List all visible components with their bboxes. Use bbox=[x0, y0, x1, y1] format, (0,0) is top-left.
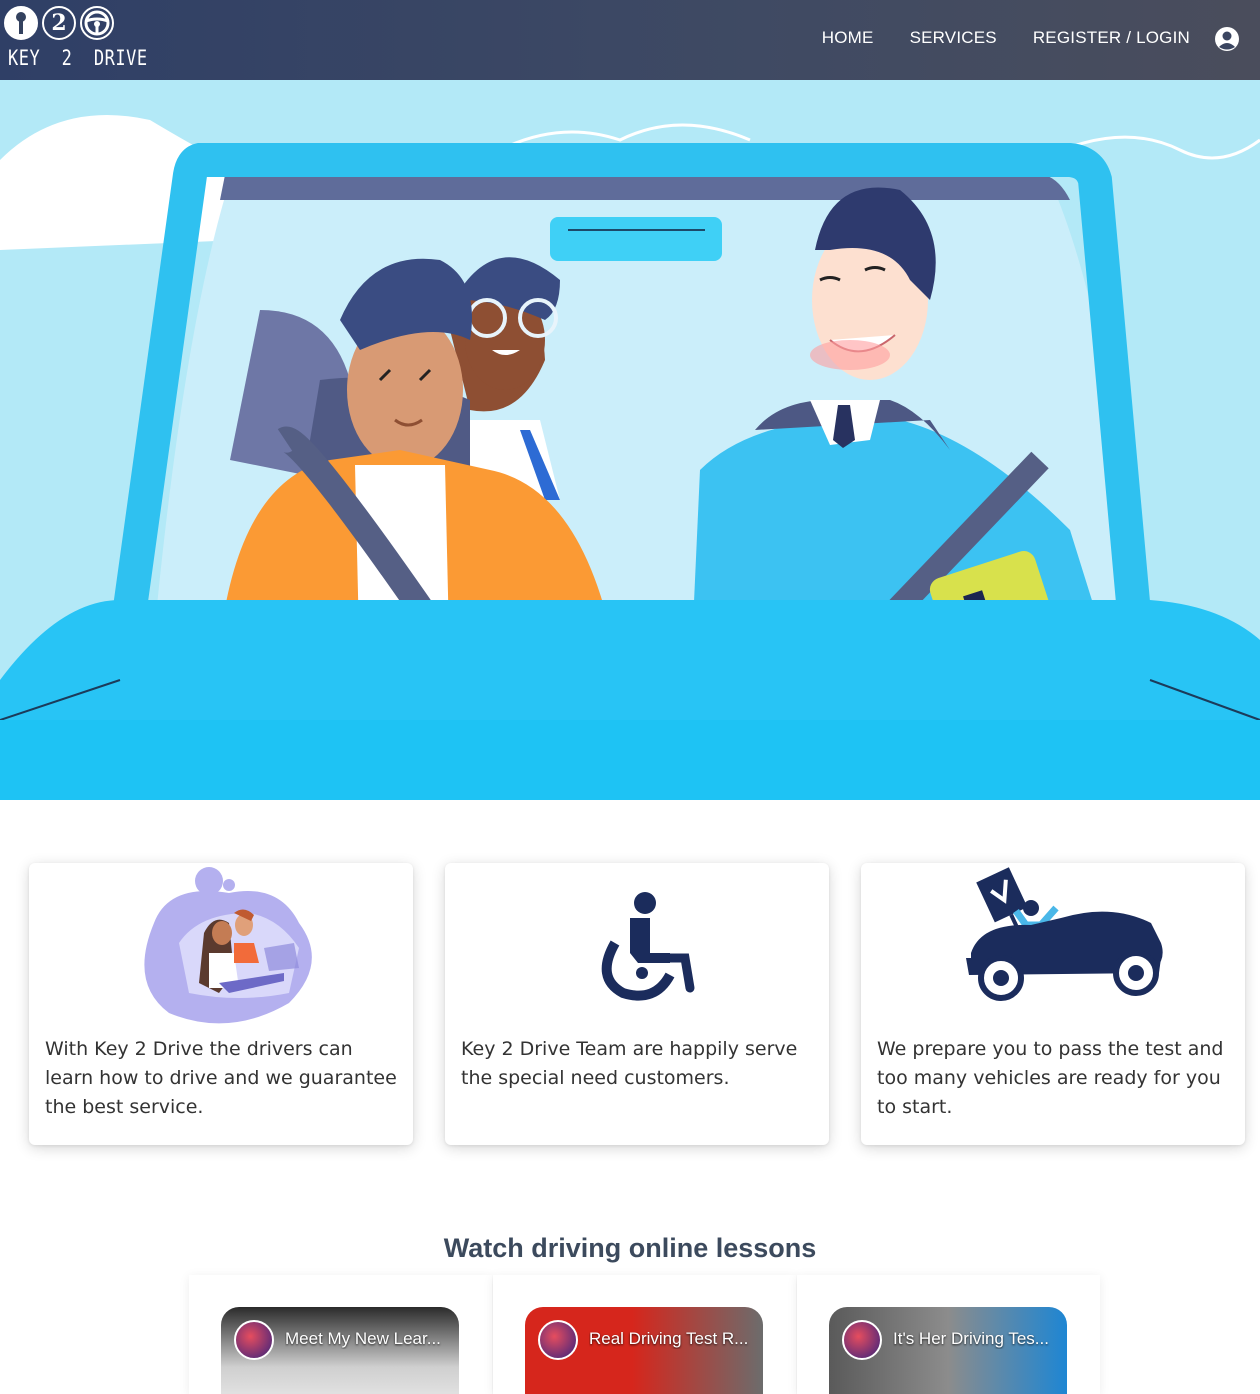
video-title[interactable]: Meet My New Lear... bbox=[285, 1329, 455, 1349]
nav-home[interactable]: HOME bbox=[822, 28, 874, 48]
site-logo[interactable]: 2 KEY 2 DRIVE bbox=[4, 6, 148, 74]
channel-avatar[interactable] bbox=[842, 1320, 882, 1360]
video-title[interactable]: Real Driving Test R... bbox=[589, 1329, 759, 1349]
lessons-title: Watch driving online lessons bbox=[443, 1233, 817, 1263]
feature-cards: With Key 2 Drive the drivers can learn h… bbox=[29, 863, 1245, 1145]
video-thumbnail[interactable]: It's Her Driving Tes... bbox=[829, 1307, 1067, 1394]
feature-text: We prepare you to pass the test and too … bbox=[877, 1038, 1224, 1118]
logo-number: 2 bbox=[42, 6, 76, 40]
video-thumbnail[interactable]: Real Driving Test R... bbox=[525, 1307, 763, 1394]
channel-avatar[interactable] bbox=[234, 1320, 274, 1360]
video-thumbnail[interactable]: Meet My New Lear... bbox=[221, 1307, 459, 1394]
navbar: 2 KEY 2 DRIVE HOME SERVICES REGISTER / L… bbox=[0, 0, 1260, 80]
video-title[interactable]: It's Her Driving Tes... bbox=[893, 1329, 1063, 1349]
main-nav: HOME SERVICES REGISTER / LOGIN bbox=[822, 28, 1190, 48]
video-card[interactable]: Meet My New Lear... bbox=[189, 1275, 492, 1394]
key-icon bbox=[4, 6, 38, 40]
feature-card-drivers: With Key 2 Drive the drivers can learn h… bbox=[29, 863, 413, 1145]
feature-card-special-needs: Key 2 Drive Team are happily serve the s… bbox=[445, 863, 829, 1145]
logo-text: KEY 2 DRIVE bbox=[8, 46, 148, 71]
learner-couple-driving-illustration bbox=[29, 863, 413, 1033]
feature-card-vehicles: We prepare you to pass the test and too … bbox=[861, 863, 1245, 1145]
wheelchair-accessibility-icon bbox=[445, 863, 829, 1033]
nav-services[interactable]: SERVICES bbox=[910, 28, 997, 48]
feature-text: Key 2 Drive Team are happily serve the s… bbox=[461, 1038, 798, 1089]
video-strip: Meet My New Lear... Real Driving Test R.… bbox=[189, 1275, 1101, 1394]
channel-avatar[interactable] bbox=[538, 1320, 578, 1360]
user-circle-icon[interactable] bbox=[1214, 26, 1240, 52]
logo-icons: 2 bbox=[4, 6, 124, 40]
nav-register-login[interactable]: REGISTER / LOGIN bbox=[1033, 28, 1190, 48]
steering-wheel-icon bbox=[80, 6, 114, 40]
video-card[interactable]: Real Driving Test R... bbox=[493, 1275, 796, 1394]
car-with-checkmark-sign-illustration bbox=[861, 863, 1245, 1033]
feature-text: With Key 2 Drive the drivers can learn h… bbox=[45, 1038, 397, 1118]
hero-illustration bbox=[0, 80, 1260, 800]
video-card[interactable]: It's Her Driving Tes... bbox=[797, 1275, 1100, 1394]
